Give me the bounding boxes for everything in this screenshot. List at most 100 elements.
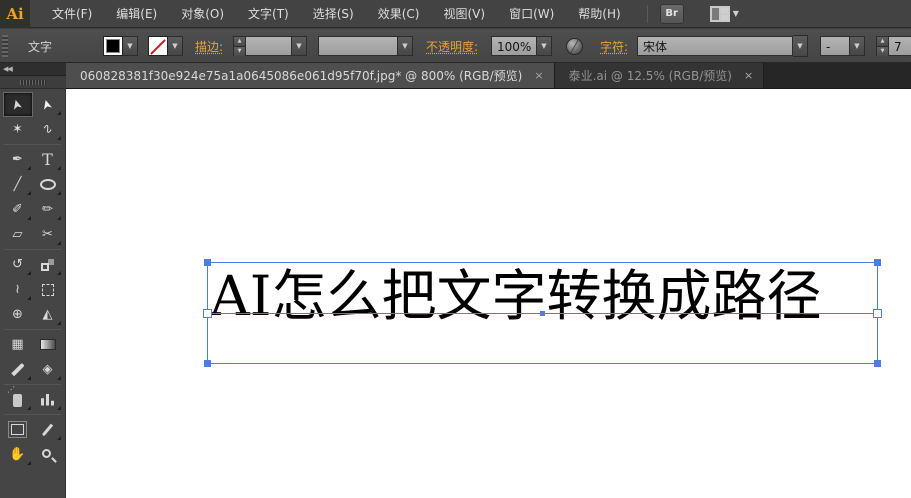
menu-help[interactable]: 帮助(H) (566, 0, 632, 28)
menu-edit[interactable]: 编辑(E) (104, 0, 169, 28)
ellipse-tool[interactable] (33, 172, 63, 197)
char-style-widget[interactable]: - ▼ (820, 29, 865, 63)
selection-handle-top-right[interactable] (874, 259, 881, 266)
stroke-weight-widget[interactable]: ▲ ▼ ▼ (233, 29, 307, 63)
menu-type[interactable]: 文字(T) (236, 0, 301, 28)
document-tab-title: 060828381f30e924e75a1a0645086e061d95f70f… (80, 69, 523, 83)
selection-handle-mid-left[interactable] (203, 309, 212, 318)
magic-wand-icon: ✶ (12, 122, 23, 137)
stroke-color-widget[interactable]: ▼ (148, 29, 183, 63)
document-tab-inactive[interactable]: 泰业.ai @ 12.5% (RGB/预览) × (554, 63, 765, 88)
context-label: 文字 (28, 39, 53, 54)
close-icon[interactable]: × (534, 69, 543, 82)
menu-file[interactable]: 文件(F) (40, 0, 104, 28)
width-profile-widget[interactable]: ▼ (318, 29, 413, 63)
hand-tool[interactable]: ✋ (3, 442, 33, 467)
stepper-down-icon[interactable]: ▼ (234, 47, 245, 56)
control-bar-grip[interactable] (2, 35, 8, 57)
document-tab-title: 泰业.ai @ 12.5% (RGB/预览) (568, 69, 732, 83)
fill-swatch-icon[interactable] (103, 36, 123, 56)
eyedropper-tool[interactable] (3, 357, 33, 382)
selection-tool[interactable]: ➤ (2, 92, 33, 117)
lasso-icon: ∿ (39, 120, 56, 139)
document-tab-active[interactable]: 060828381f30e924e75a1a0645086e061d95f70f… (66, 63, 555, 88)
recolor-artwork-button[interactable] (566, 29, 583, 63)
font-family-widget[interactable]: 宋体 ▼ (637, 29, 808, 63)
type-tool[interactable]: T (33, 147, 63, 172)
line-icon: ╱ (13, 177, 22, 192)
opacity-widget[interactable]: 100% ▼ (491, 29, 552, 63)
slice-tool[interactable] (33, 417, 63, 442)
selection-center-anchor[interactable] (540, 311, 545, 316)
stroke-panel-link[interactable]: 描边: (195, 29, 223, 63)
panel-collapse-button[interactable]: ◀◀ (0, 63, 66, 76)
stepper-up-icon[interactable]: ▲ (234, 37, 245, 47)
column-graph-tool[interactable] (33, 387, 63, 412)
stroke-weight-dropdown-button[interactable]: ▼ (292, 36, 307, 56)
opacity-panel-link[interactable]: 不透明度: (426, 29, 478, 63)
zoom-tool[interactable] (33, 442, 63, 467)
lasso-tool[interactable]: ∿ (33, 117, 63, 142)
gradient-tool[interactable] (33, 332, 63, 357)
document-canvas[interactable]: AI怎么把文字转换成路径 (66, 89, 911, 498)
stroke-weight-stepper[interactable]: ▲ ▼ (233, 36, 246, 56)
pencil-tool[interactable]: ✏ (33, 197, 63, 222)
symbol-sprayer-tool[interactable] (3, 385, 33, 412)
scissors-tool[interactable]: ✂ (33, 222, 63, 247)
magic-wand-tool[interactable]: ✶ (3, 117, 33, 142)
character-panel-link[interactable]: 字符: (600, 29, 628, 63)
opacity-dropdown-button[interactable]: ▼ (537, 36, 552, 56)
pen-tool[interactable]: ✒ (3, 147, 33, 172)
artboard-icon (11, 424, 24, 435)
font-size-stepper[interactable]: ▲ ▼ (876, 36, 889, 56)
menu-window[interactable]: 窗口(W) (497, 0, 566, 28)
pencil-icon: ✏ (42, 202, 53, 217)
shape-builder-tool[interactable]: ⊕ (3, 302, 33, 327)
font-size-field[interactable]: 7 (889, 36, 911, 56)
menu-object[interactable]: 对象(O) (169, 0, 236, 28)
opacity-field[interactable]: 100% (491, 36, 537, 56)
free-transform-tool[interactable] (33, 277, 63, 302)
font-family-dropdown-button[interactable]: ▼ (793, 35, 808, 57)
width-profile-dropdown-button[interactable]: ▼ (398, 36, 413, 56)
line-segment-tool[interactable]: ╱ (3, 172, 33, 197)
selection-handle-bottom-right[interactable] (874, 360, 881, 367)
menu-view[interactable]: 视图(V) (431, 0, 497, 28)
stepper-down-icon[interactable]: ▼ (877, 47, 888, 56)
stroke-none-swatch-icon[interactable] (148, 36, 168, 56)
selection-handle-mid-right[interactable] (873, 309, 882, 318)
width-tool[interactable]: ≀ (3, 277, 33, 302)
close-icon[interactable]: × (744, 69, 753, 82)
font-size-widget[interactable]: ▲ ▼ 7 (876, 29, 911, 63)
illustrator-logo-icon: Ai (0, 0, 30, 28)
ellipse-icon (39, 179, 56, 190)
stepper-up-icon[interactable]: ▲ (877, 37, 888, 47)
menu-effect[interactable]: 效果(C) (366, 0, 432, 28)
perspective-grid-tool[interactable]: ◭ (33, 302, 63, 327)
scale-tool[interactable] (33, 252, 63, 277)
arrange-documents-button[interactable]: ▼ (709, 5, 739, 22)
fill-dropdown-button[interactable]: ▼ (123, 36, 138, 56)
width-profile-field[interactable] (318, 36, 398, 56)
stroke-dropdown-button[interactable]: ▼ (168, 36, 183, 56)
menu-select[interactable]: 选择(S) (301, 0, 366, 28)
char-style-field[interactable]: - (820, 36, 850, 56)
selection-handle-top-left[interactable] (204, 259, 211, 266)
artboard-tool[interactable] (3, 417, 33, 442)
char-style-dropdown-button[interactable]: ▼ (850, 36, 865, 56)
direct-selection-tool[interactable]: ➤ (33, 92, 63, 117)
mesh-tool[interactable]: ▦ (3, 332, 33, 357)
blob-brush-tool[interactable]: ▱ (3, 222, 33, 247)
tool-panel-grip[interactable] (0, 76, 66, 89)
fill-color-widget[interactable]: ▼ (103, 29, 138, 63)
chevron-down-icon: ▼ (732, 9, 739, 18)
blend-tool[interactable]: ◈ (33, 357, 63, 382)
selection-handle-bottom-left[interactable] (204, 360, 211, 367)
stroke-weight-field[interactable] (246, 36, 292, 56)
paintbrush-tool[interactable]: ✐ (3, 197, 33, 222)
bridge-button[interactable]: Br (659, 3, 684, 24)
rotate-tool[interactable]: ↺ (3, 252, 33, 277)
blend-icon: ◈ (42, 362, 53, 377)
font-family-field[interactable]: 宋体 (637, 36, 793, 56)
slice-icon (41, 423, 54, 436)
